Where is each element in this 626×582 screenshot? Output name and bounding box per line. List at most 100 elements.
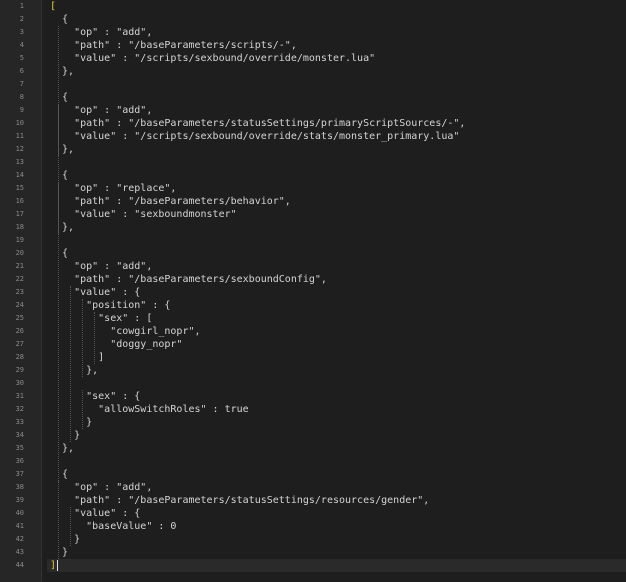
line-number: 9 — [19, 106, 24, 114]
line-text: "baseValue" : 0 — [50, 521, 177, 532]
code-line[interactable]: 38 "op" : "add", — [16, 481, 626, 494]
line-text: "cowgirl_nopr", — [50, 326, 201, 337]
code-line[interactable]: 30 — [16, 377, 626, 390]
code-line[interactable]: 35 }, — [16, 442, 626, 455]
line-text: }, — [50, 144, 75, 155]
code-line[interactable]: 14 { — [16, 169, 626, 182]
code-area[interactable]: 1[2 {3 "op" : "add", 4 "path" : "/basePar… — [16, 0, 626, 582]
code-line[interactable]: 34 } — [16, 429, 626, 442]
line-text: "path" : "/baseParameters/sexboundConfig… — [50, 274, 327, 285]
code-line[interactable]: 19 — [16, 234, 626, 247]
code-line[interactable]: 31 "sex" : { — [16, 390, 626, 403]
line-text: } — [50, 534, 81, 545]
line-number: 40 — [15, 509, 24, 517]
line-text: "value" : "/scripts/sexbound/override/mo… — [50, 53, 376, 64]
code-line[interactable]: 37 { — [16, 468, 626, 481]
line-number: 27 — [15, 340, 24, 348]
line-number: 13 — [15, 158, 24, 166]
code-line[interactable]: 7 — [20, 78, 626, 91]
line-text: ] — [50, 560, 57, 571]
code-line[interactable]: 13 — [16, 156, 626, 169]
line-text: "value" : "/scripts/sexbound/override/st… — [50, 131, 460, 142]
code-line[interactable]: 5 "value" : "/scripts/sexbound/override/… — [20, 52, 626, 65]
line-text: { — [50, 248, 69, 259]
indent-guide — [94, 312, 96, 364]
line-number: 7 — [19, 80, 24, 88]
line-text: "op" : "add", — [50, 105, 153, 116]
line-number: 1 — [19, 2, 24, 10]
line-number: 17 — [15, 210, 24, 218]
line-number: 31 — [15, 392, 24, 400]
indent-guide — [82, 390, 84, 429]
code-line[interactable]: 36 — [16, 455, 626, 468]
line-number: 25 — [15, 314, 24, 322]
line-number: 16 — [15, 197, 24, 205]
line-number: 44 — [15, 561, 24, 569]
line-text: "value" : { — [50, 287, 141, 298]
code-line[interactable]: 42 } — [16, 533, 626, 546]
line-number: 36 — [15, 457, 24, 465]
code-line[interactable]: 44] — [16, 559, 626, 572]
code-line[interactable]: 9 "op" : "add", — [20, 104, 626, 117]
code-line[interactable]: 24 "position" : { — [16, 299, 626, 312]
text-cursor — [57, 560, 59, 571]
line-number: 26 — [15, 327, 24, 335]
code-line[interactable]: 15 "op" : "replace", — [16, 182, 626, 195]
code-line[interactable]: 8 { — [20, 91, 626, 104]
indent-guide — [82, 299, 84, 377]
code-line[interactable]: 11 "value" : "/scripts/sexbound/override… — [16, 130, 626, 143]
line-number: 12 — [15, 145, 24, 153]
line-number: 33 — [15, 418, 24, 426]
line-number: 42 — [15, 535, 24, 543]
code-line[interactable]: 23 "value" : { — [16, 286, 626, 299]
line-text: "value" : "sexboundmonster" — [50, 209, 237, 220]
line-text: "position" : { — [50, 300, 171, 311]
code-line[interactable]: 10 "path" : "/baseParameters/statusSetti… — [16, 117, 626, 130]
line-number: 38 — [15, 483, 24, 491]
code-line[interactable]: 33 } — [16, 416, 626, 429]
line-text: "sex" : [ — [50, 313, 153, 324]
code-line[interactable]: 18 }, — [16, 221, 626, 234]
code-line[interactable]: 43 } — [16, 546, 626, 559]
line-text: }, — [50, 222, 75, 233]
line-number: 43 — [15, 548, 24, 556]
line-number: 35 — [15, 444, 24, 452]
line-text: } — [50, 417, 93, 428]
line-number: 21 — [15, 262, 24, 270]
code-line[interactable]: 41 "baseValue" : 0 — [16, 520, 626, 533]
indent-guide — [58, 260, 60, 455]
code-line[interactable]: 12 }, — [16, 143, 626, 156]
code-line[interactable]: 28 ] — [16, 351, 626, 364]
line-text: { — [50, 469, 69, 480]
code-editor[interactable]: 1[2 {3 "op" : "add", 4 "path" : "/basePar… — [0, 0, 626, 582]
code-line[interactable]: 32 "allowSwitchRoles" : true — [16, 403, 626, 416]
code-line[interactable]: 27 "doggy_nopr" — [16, 338, 626, 351]
code-line[interactable]: 40 "value" : { — [16, 507, 626, 520]
line-number: 41 — [15, 522, 24, 530]
line-number: 15 — [15, 184, 24, 192]
code-line[interactable]: 39 "path" : "/baseParameters/statusSetti… — [16, 494, 626, 507]
code-line[interactable]: 29 }, — [16, 364, 626, 377]
line-text: "path" : "/baseParameters/behavior", — [50, 196, 291, 207]
code-line[interactable]: 16 "path" : "/baseParameters/behavior", — [16, 195, 626, 208]
line-number: 23 — [15, 288, 24, 296]
line-text: "path" : "/baseParameters/scripts/-", — [50, 40, 297, 51]
indent-guide — [58, 481, 60, 559]
code-line[interactable]: 17 "value" : "sexboundmonster" — [16, 208, 626, 221]
line-text: "path" : "/baseParameters/statusSettings… — [50, 118, 466, 129]
line-text: }, — [50, 443, 75, 454]
code-line[interactable]: 4 "path" : "/baseParameters/scripts/-", — [20, 39, 626, 52]
code-line[interactable]: 21 "op" : "add", — [16, 260, 626, 273]
line-number: 20 — [15, 249, 24, 257]
line-number: 8 — [19, 93, 24, 101]
code-line[interactable]: 26 "cowgirl_nopr", — [16, 325, 626, 338]
code-line[interactable]: 20 { — [16, 247, 626, 260]
code-line[interactable]: 22 "path" : "/baseParameters/sexboundCon… — [16, 273, 626, 286]
line-text: "op" : "add", — [50, 27, 153, 38]
code-line[interactable]: 25 "sex" : [ — [16, 312, 626, 325]
indent-guide — [58, 104, 60, 156]
code-line[interactable]: 1[ — [20, 0, 626, 13]
code-line[interactable]: 6 }, — [20, 65, 626, 78]
code-line[interactable]: 2 { — [20, 13, 626, 26]
code-line[interactable]: 3 "op" : "add", — [20, 26, 626, 39]
